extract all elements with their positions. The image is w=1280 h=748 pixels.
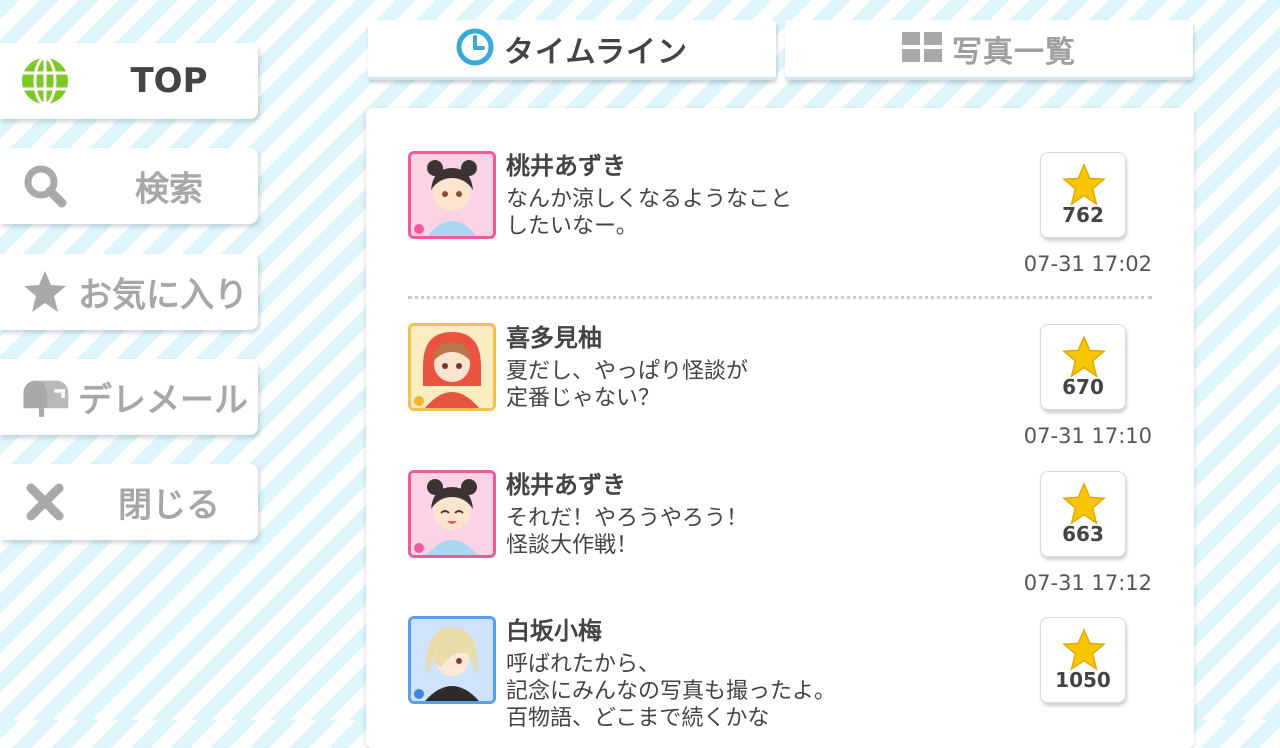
post-message-line: なんか涼しくなるようなこと [506, 187, 793, 212]
like-button[interactable]: 670 [1040, 324, 1126, 410]
poster-name: 桃井あずき [506, 471, 626, 499]
clock-icon [456, 28, 494, 70]
post-message-line: 呼ばれたから、 [506, 652, 661, 677]
sidebar-item-label: デレメール [78, 380, 248, 421]
mailbox-icon [20, 372, 70, 422]
sidebar-item-top[interactable]: TOP [0, 43, 258, 119]
post-message-line: したいなー。 [506, 214, 638, 239]
like-button[interactable]: 1050 [1040, 617, 1126, 703]
poster-name: 桃井あずき [506, 152, 626, 180]
star-icon [20, 267, 70, 317]
post-message-line: 定番じゃない？ [506, 386, 661, 411]
like-button[interactable]: 762 [1040, 152, 1126, 238]
avatar[interactable] [408, 323, 496, 411]
tab-photo-list[interactable]: 写真一覧 [785, 20, 1193, 80]
poster-name: 白坂小梅 [506, 617, 602, 645]
poster-name: 喜多見柚 [506, 324, 602, 352]
sidebar-item-label: TOP [130, 61, 208, 101]
post-message-line: 記念にみんなの写真も撮ったよ。 [506, 679, 837, 704]
sidebar-item-label: 検索 [135, 169, 203, 210]
timeline-panel: 桃井あずき なんか涼しくなるようなこと したいなー。 762 07-31 17:… [366, 108, 1194, 748]
post-message-line: 百物語、どこまで続くかな [506, 706, 770, 731]
sidebar-item-search[interactable]: 検索 [0, 148, 258, 224]
tab-timeline[interactable]: タイムライン [368, 20, 776, 80]
post-message-line: 夏だし、やっぱり怪談が [506, 359, 749, 384]
avatar[interactable] [408, 470, 496, 558]
like-button[interactable]: 663 [1040, 471, 1126, 557]
post-message-line: それだ！やろうやろう！ [506, 506, 749, 531]
sidebar-item-label: お気に入り [78, 275, 248, 316]
globe-icon [20, 56, 70, 106]
sidebar-item-favorites[interactable]: お気に入り [0, 254, 258, 330]
sidebar-item-label: 閉じる [118, 485, 220, 526]
sidebar-item-deremail[interactable]: デレメール [0, 359, 258, 435]
tab-label: 写真一覧 [952, 34, 1076, 70]
post-timestamp: 07-31 17:12 [1023, 571, 1152, 595]
post-message-line: 怪談大作戦！ [506, 533, 639, 558]
like-count: 663 [1062, 522, 1104, 546]
like-count: 1050 [1055, 668, 1111, 692]
search-icon [20, 161, 70, 211]
avatar[interactable] [408, 151, 496, 239]
grid-icon [902, 31, 942, 66]
sidebar-item-close[interactable]: 閉じる [0, 464, 258, 540]
close-icon [20, 477, 70, 527]
tab-label: タイムライン [504, 34, 688, 70]
post-timestamp: 07-31 17:10 [1023, 424, 1152, 448]
like-count: 670 [1062, 375, 1104, 399]
divider [408, 296, 1152, 299]
avatar[interactable] [408, 616, 496, 704]
like-count: 762 [1062, 203, 1104, 227]
post-timestamp: 07-31 17:02 [1023, 252, 1152, 276]
